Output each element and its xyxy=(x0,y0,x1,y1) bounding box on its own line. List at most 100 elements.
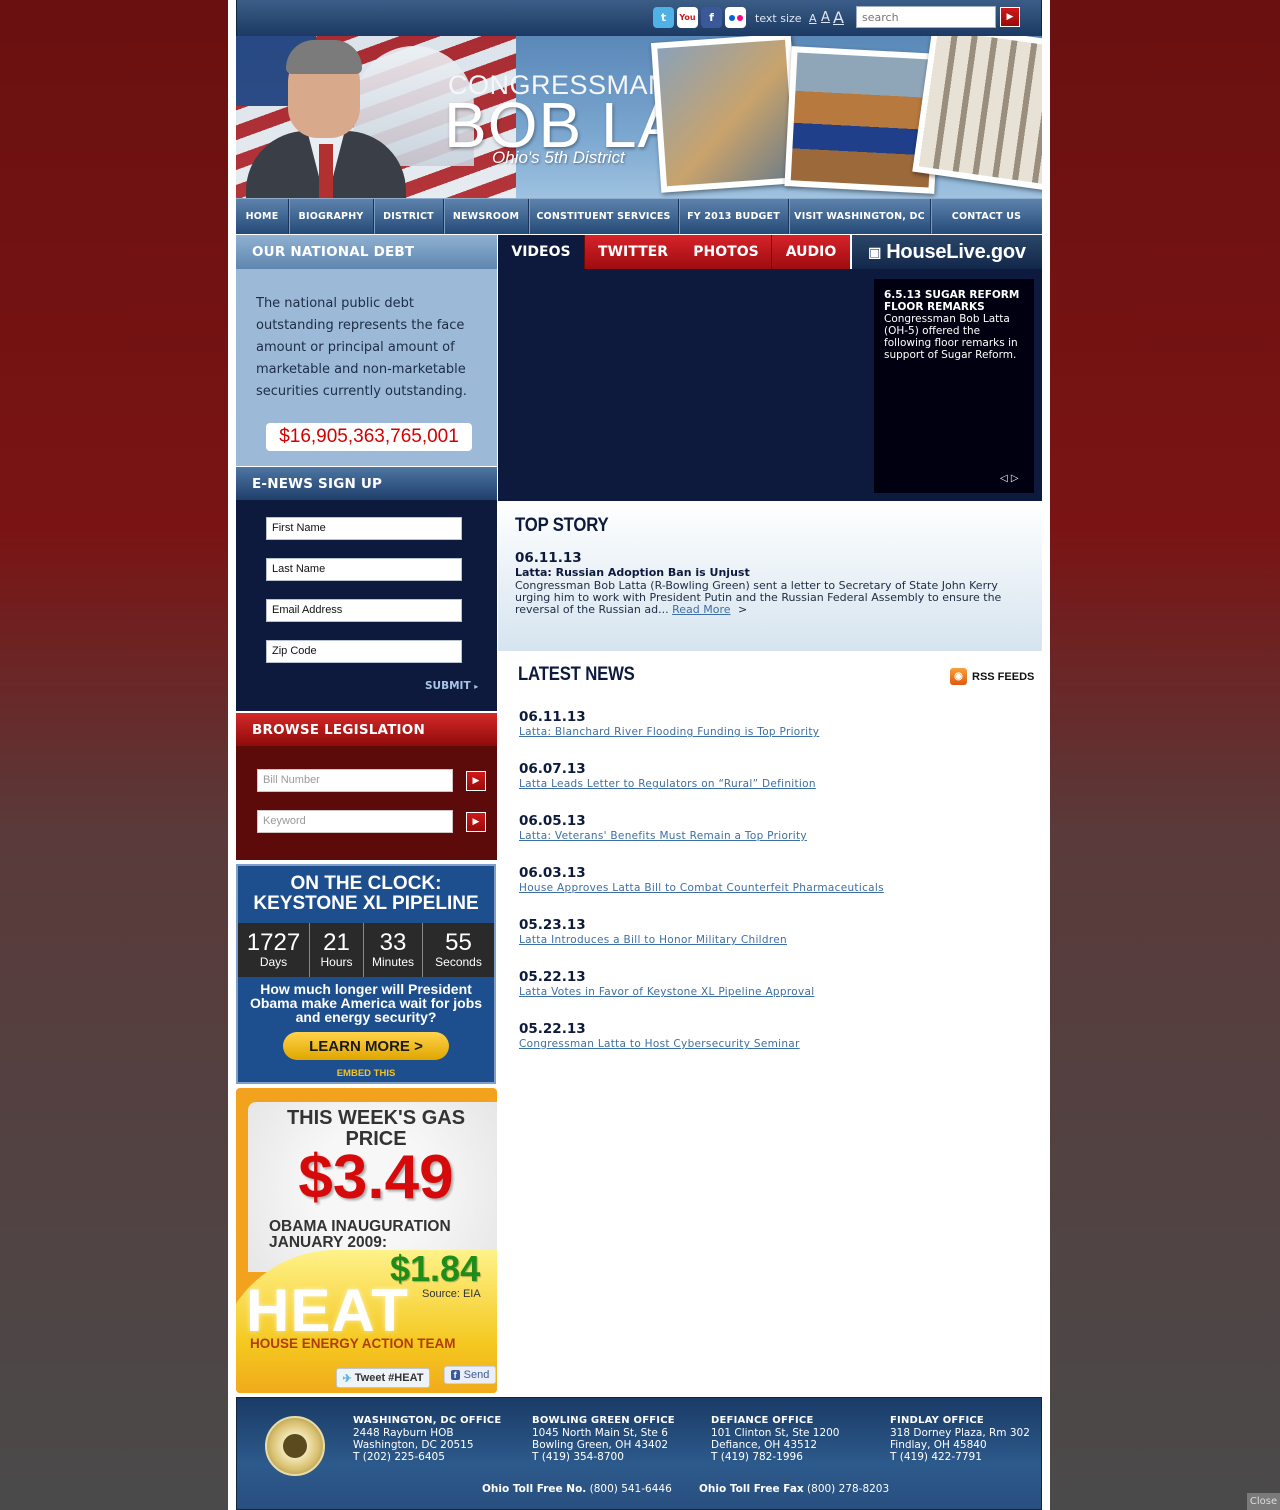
nav-home[interactable]: HOME xyxy=(236,199,289,234)
nav-district[interactable]: DISTRICT xyxy=(374,199,444,234)
arrow-right-icon: ▶ xyxy=(472,776,480,786)
text-size-small[interactable]: A xyxy=(809,12,817,25)
clock-seconds: 55 Seconds xyxy=(435,929,482,970)
video-info-panel: 6.5.13 SUGAR REFORM FLOOR REMARKS Congre… xyxy=(874,279,1034,493)
arrow-right-icon: ▶ xyxy=(472,817,480,827)
search-submit-button[interactable]: ▶ xyxy=(1000,7,1020,27)
tab-videos[interactable]: VIDEOS xyxy=(498,235,584,269)
text-size-large[interactable]: A xyxy=(833,8,844,27)
facebook-icon: f xyxy=(450,1370,460,1380)
learn-more-button[interactable]: LEARN MORE > xyxy=(283,1032,449,1060)
youtube-icon[interactable]: You xyxy=(677,7,698,28)
video-title: 6.5.13 SUGAR REFORM FLOOR REMARKS xyxy=(884,289,1020,313)
top-story-heading: TOP STORY xyxy=(515,515,609,536)
news-item: 06.03.13 House Approves Latta Bill to Co… xyxy=(519,865,884,895)
clock-minutes: 33 Minutes xyxy=(364,923,423,977)
facebook-send-button[interactable]: f Send xyxy=(444,1366,496,1384)
gas-price: $3.49 xyxy=(298,1143,454,1212)
nav-contact-us[interactable]: CONTACT US xyxy=(931,199,1042,234)
clock-hours: 21 Hours xyxy=(310,923,364,977)
rss-icon: ◉ xyxy=(950,668,967,685)
keystone-clock: 1727 Days 21 Hours 33 Minutes 55 Seconds xyxy=(238,923,494,977)
close-button[interactable]: Close xyxy=(1247,1493,1280,1510)
legislation-form: Bill Number ▶ Keyword ▶ xyxy=(236,746,497,860)
rss-feeds-link[interactable]: ◉ RSS FEEDS xyxy=(950,668,1034,685)
nav-newsroom[interactable]: NEWSROOM xyxy=(444,199,529,234)
toll-free-fax: Ohio Toll Free Fax (800) 278-8203 xyxy=(699,1483,890,1495)
tweet-button[interactable]: ✈ Tweet #HEAT xyxy=(336,1368,430,1388)
arrow-right-icon: ▸ xyxy=(474,682,479,691)
arrow-right-icon: ▶ xyxy=(1006,12,1014,22)
news-item: 05.23.13 Latta Introduces a Bill to Hono… xyxy=(519,917,787,947)
keystone-widget: ON THE CLOCK: KEYSTONE XL PIPELINE 1727 D… xyxy=(236,864,496,1084)
news-item: 06.05.13 Latta: Veterans' Benefits Must … xyxy=(519,813,807,843)
footer: WASHINGTON, DC OFFICE 2448 Rayburn HOB W… xyxy=(236,1397,1042,1510)
office-washington: WASHINGTON, DC OFFICE 2448 Rayburn HOB W… xyxy=(353,1415,502,1463)
news-link[interactable]: House Approves Latta Bill to Combat Coun… xyxy=(519,881,884,895)
heat-logo: HEAT xyxy=(246,1277,409,1344)
media-tabs: VIDEOS TWITTER PHOTOS AUDIO ▣ HouseLive.g… xyxy=(498,235,1042,269)
top-story-title: Latta: Russian Adoption Ban is Unjust xyxy=(515,566,750,579)
twitter-icon[interactable]: t xyxy=(653,7,674,28)
enews-submit-button[interactable]: SUBMIT ▸ xyxy=(425,680,478,692)
last-name-field[interactable]: Last Name xyxy=(266,558,462,581)
facebook-icon[interactable]: f xyxy=(701,7,722,28)
flickr-icon[interactable] xyxy=(725,7,746,28)
enews-form: First Name Last Name Email Address Zip C… xyxy=(236,500,497,711)
bill-search-button[interactable]: ▶ xyxy=(466,771,486,791)
keystone-question: How much longer will President Obama mak… xyxy=(249,981,483,1025)
news-link[interactable]: Congressman Latta to Host Cybersecurity … xyxy=(519,1037,800,1051)
zip-code-field[interactable]: Zip Code xyxy=(266,640,462,663)
header-banner: CONGRESSMAN BOB LATTA Ohio's 5th Distric… xyxy=(236,36,1042,198)
enews-heading: E-NEWS SIGN UP xyxy=(236,466,497,500)
inauguration-label: OBAMA INAUGURATION JANUARY 2009: xyxy=(269,1218,451,1251)
heat-team-name: HOUSE ENERGY ACTION TEAM xyxy=(250,1336,456,1351)
twitter-bird-icon: ✈ xyxy=(342,1372,352,1385)
video-player[interactable]: 6.5.13 SUGAR REFORM FLOOR REMARKS Congre… xyxy=(498,269,1042,501)
news-link[interactable]: Latta Introduces a Bill to Honor Militar… xyxy=(519,933,787,947)
office-bowling-green: BOWLING GREEN OFFICE 1045 North Main St,… xyxy=(532,1415,675,1463)
nav-constituent-services[interactable]: CONSTITUENT SERVICES xyxy=(529,199,679,234)
keyword-search-button[interactable]: ▶ xyxy=(466,812,486,832)
page: t You f text size A A A ▶ CONGRESSMAN BO… xyxy=(228,0,1050,1510)
news-link[interactable]: Latta: Blanchard River Flooding Funding … xyxy=(519,725,819,739)
tab-twitter[interactable]: TWITTER xyxy=(584,235,681,269)
video-nav-arrows[interactable]: ◁ ▷ xyxy=(1000,473,1019,484)
news-item: 06.07.13 Latta Leads Letter to Regulator… xyxy=(519,761,816,791)
news-link[interactable]: Latta: Veterans' Benefits Must Remain a … xyxy=(519,829,807,843)
embed-this-link[interactable]: EMBED THIS xyxy=(238,1068,494,1079)
clock-days: 1727 Days xyxy=(238,923,310,977)
toll-free-number: Ohio Toll Free No. (800) 541-6446 xyxy=(482,1483,672,1495)
first-name-field[interactable]: First Name xyxy=(266,517,462,540)
email-field[interactable]: Email Address xyxy=(266,599,462,622)
nav-visit-washington[interactable]: VISIT WASHINGTON, DC xyxy=(789,199,931,234)
arrow-left-icon[interactable]: ◁ xyxy=(1000,473,1008,484)
factory-photo xyxy=(650,36,802,193)
top-bar: t You f text size A A A ▶ xyxy=(236,0,1042,36)
keystone-title: ON THE CLOCK: KEYSTONE XL PIPELINE xyxy=(253,873,479,914)
video-description: Congressman Bob Latta (OH-5) offered the… xyxy=(884,313,1018,361)
monitor-icon: ▣ xyxy=(868,243,882,260)
house-seal-icon xyxy=(265,1416,325,1476)
debt-heading: OUR NATIONAL DEBT xyxy=(236,235,497,269)
nav-fy2013-budget[interactable]: FY 2013 BUDGET xyxy=(679,199,789,234)
courthouse-photo xyxy=(912,36,1042,192)
legislation-heading: BROWSE LEGISLATION xyxy=(236,712,497,746)
nav-biography[interactable]: BIOGRAPHY xyxy=(289,199,374,234)
bill-number-field[interactable]: Bill Number xyxy=(257,769,453,792)
text-size-medium[interactable]: A xyxy=(821,10,830,25)
news-link[interactable]: Latta Votes in Favor of Keystone XL Pipe… xyxy=(519,985,814,999)
gas-source: Source: EIA xyxy=(422,1288,481,1300)
arrow-right-icon[interactable]: ▷ xyxy=(1011,473,1019,484)
debt-amount: $16,905,363,765,001 xyxy=(266,423,472,451)
news-item: 05.22.13 Latta Votes in Favor of Keyston… xyxy=(519,969,815,999)
news-link[interactable]: Latta Leads Letter to Regulators on “Rur… xyxy=(519,777,816,791)
tab-photos[interactable]: PHOTOS xyxy=(681,235,771,269)
search-input[interactable] xyxy=(856,6,996,28)
read-more-link[interactable]: Read More xyxy=(672,603,730,616)
keyword-field[interactable]: Keyword xyxy=(257,810,453,833)
tab-audio[interactable]: AUDIO xyxy=(771,235,850,269)
news-item: 06.11.13 Latta: Blanchard River Flooding… xyxy=(519,709,820,739)
houselive-link[interactable]: ▣ HouseLive.gov xyxy=(850,235,1042,269)
top-story-body: Congressman Bob Latta (R-Bowling Green) … xyxy=(515,579,1002,616)
